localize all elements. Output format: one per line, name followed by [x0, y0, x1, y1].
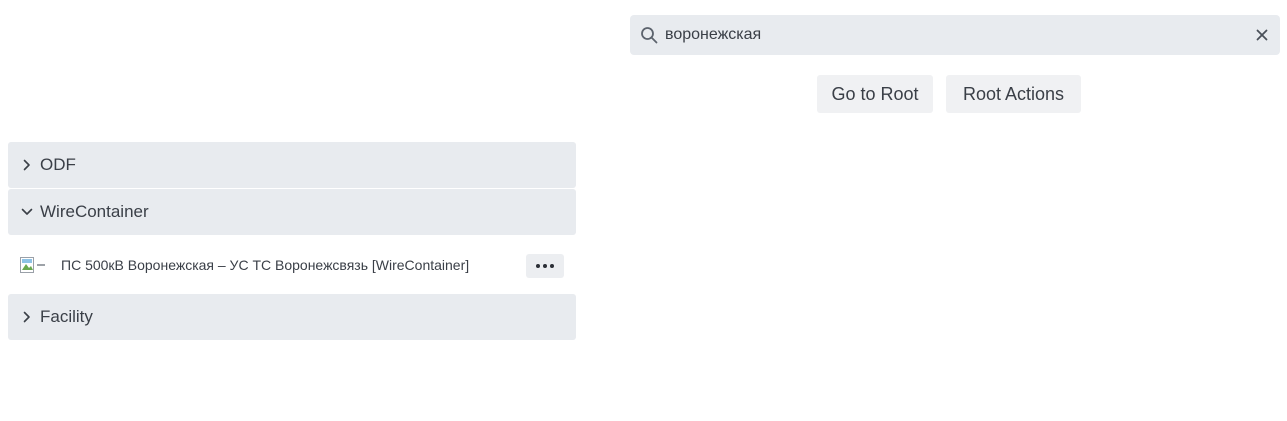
- broken-image-icon: [20, 255, 48, 275]
- section-label: Facility: [40, 307, 93, 326]
- tree-panel: ODF WireContainer ПС 500кВ Воронежская –…: [8, 142, 576, 341]
- go-to-root-button[interactable]: Go to Root: [817, 75, 933, 113]
- more-horizontal-icon[interactable]: [526, 254, 564, 278]
- section-header-wirecontainer[interactable]: WireContainer: [8, 189, 576, 235]
- root-actions-button[interactable]: Root Actions: [946, 75, 1081, 113]
- section-label: ODF: [40, 155, 76, 174]
- search-icon: [640, 26, 658, 44]
- search-bar[interactable]: [630, 15, 1280, 55]
- search-input[interactable]: [665, 15, 1225, 55]
- list-item[interactable]: ПС 500кВ Воронежская – УС ТС Воронежсвяз…: [8, 236, 576, 294]
- section-label: WireContainer: [40, 202, 149, 221]
- close-icon[interactable]: [1254, 27, 1270, 43]
- chevron-down-icon: [20, 205, 34, 219]
- item-label: ПС 500кВ Воронежская – УС ТС Воронежсвяз…: [61, 257, 470, 273]
- chevron-right-icon: [20, 310, 34, 324]
- section-header-odf[interactable]: ODF: [8, 142, 576, 188]
- page: Go to Root Root Actions ODF WireContaine…: [0, 0, 1287, 421]
- chevron-right-icon: [20, 158, 34, 172]
- section-header-facility[interactable]: Facility: [8, 294, 576, 340]
